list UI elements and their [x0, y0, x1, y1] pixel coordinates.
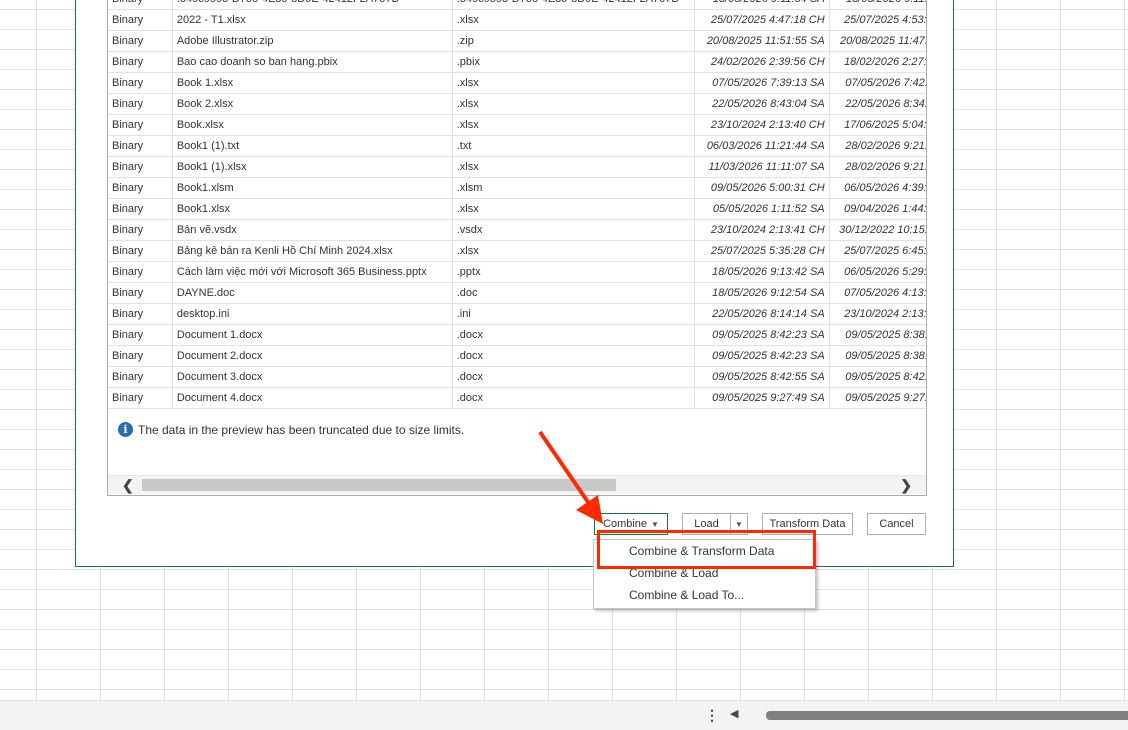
annotation-arrow-icon: [538, 430, 603, 524]
sheet-scrollbar-thumb[interactable]: [766, 711, 1128, 720]
more-options-icon[interactable]: ⋮: [705, 707, 719, 724]
status-bar: ⋮ ◀: [0, 700, 1128, 730]
scroll-left-arrow-icon[interactable]: ◀: [730, 707, 738, 720]
